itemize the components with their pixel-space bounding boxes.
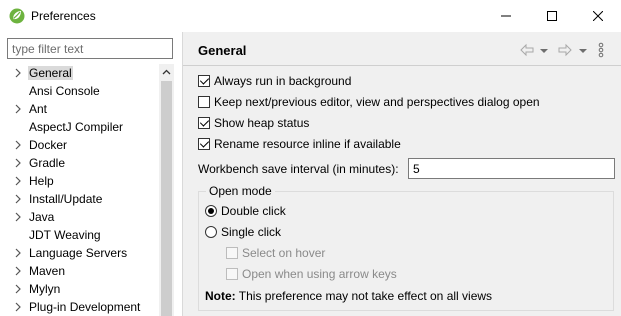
radio-button-selected[interactable] [205,205,217,217]
preferences-navigation: General Ansi Console Ant AspectJ Compile… [0,32,181,316]
option-label: Show heap status [214,116,310,130]
eclipse-spring-leaf-icon [9,8,25,24]
tree-item-label: Plug-in Development [29,300,141,314]
checkbox-disabled [226,268,238,280]
more-options-icon[interactable] [597,42,605,58]
minimize-button[interactable] [483,0,529,32]
option-label: Always run in background [214,74,352,88]
page-title: General [198,43,247,58]
tree-item-label: Ansi Console [29,84,100,98]
tree-item-label: Install/Update [29,192,103,206]
open-mode-group-title: Open mode [206,184,275,198]
checkbox-checked[interactable] [198,75,210,87]
radio-label: Single click [221,225,282,239]
chevron-up-icon [162,69,171,74]
tree-item-ant[interactable]: Ant [0,100,159,118]
tree-item-jdt-weaving[interactable]: JDT Weaving [0,226,159,244]
chevron-right-icon[interactable] [13,302,23,312]
option-label: Rename resource inline if available [214,137,401,151]
chevron-right-icon[interactable] [13,284,23,294]
tree-item-maven[interactable]: Maven [0,262,159,280]
tree-item-plugin-development[interactable]: Plug-in Development [0,298,159,316]
title-bar: Preferences [0,0,621,32]
tree-item-ansi-console[interactable]: Ansi Console [0,82,159,100]
preference-tree: General Ansi Console Ant AspectJ Compile… [0,64,159,316]
chevron-right-icon[interactable] [13,176,23,186]
tree-item-language-servers[interactable]: Language Servers [0,244,159,262]
tree-item-gradle[interactable]: Gradle [0,154,159,172]
checkbox-unchecked[interactable] [198,96,210,108]
option-label: Keep next/previous editor, view and pers… [214,95,540,109]
tree-item-label: Java [29,210,55,224]
chevron-right-icon[interactable] [13,212,23,222]
tree-item-label: Docker [29,138,68,152]
close-button[interactable] [575,0,621,32]
preference-page: General Always run in background Keep ne… [183,32,621,316]
header-separator [183,65,621,66]
tree-item-label: General [28,66,73,80]
back-dropdown-icon[interactable] [539,42,549,58]
tree-item-java[interactable]: Java [0,208,159,226]
tree-item-label: Maven [29,264,66,278]
tree-item-label: Ant [29,102,48,116]
radio-button-unselected[interactable] [205,226,217,238]
chevron-right-icon[interactable] [13,194,23,204]
minimize-icon [501,15,511,17]
tree-item-general[interactable]: General [0,64,159,82]
tree-item-mylyn[interactable]: Mylyn [0,280,159,298]
maximize-button[interactable] [529,0,575,32]
checkbox-checked[interactable] [198,117,210,129]
tree-scrollbar[interactable] [159,64,174,316]
close-icon [593,11,603,21]
forward-dropdown-icon[interactable] [578,42,588,58]
chevron-right-icon[interactable] [13,68,23,78]
workbench-save-interval-input[interactable] [408,158,615,179]
option-label: Select on hover [242,246,326,260]
chevron-right-icon[interactable] [13,158,23,168]
tree-item-help[interactable]: Help [0,172,159,190]
scroll-up-button[interactable] [159,64,174,79]
chevron-right-icon[interactable] [13,248,23,258]
note-text: This preference may not take effect on a… [238,289,493,303]
tree-item-label: Help [29,174,54,188]
radio-label: Double click [221,204,286,218]
tree-item-install-update[interactable]: Install/Update [0,190,159,208]
option-label: Open when using arrow keys [242,267,397,281]
chevron-right-icon[interactable] [13,140,23,150]
forward-arrow-icon[interactable] [557,42,573,58]
scroll-thumb[interactable] [161,81,172,316]
tree-item-aspectj-compiler[interactable]: AspectJ Compiler [0,118,159,136]
workbench-save-interval-label: Workbench save interval (in minutes): [198,162,399,176]
window-title: Preferences [31,9,96,23]
tree-item-docker[interactable]: Docker [0,136,159,154]
preference-note: Note: This preference may not take effec… [205,289,492,303]
maximize-icon [547,11,557,21]
filter-input[interactable] [7,38,173,59]
chevron-right-icon[interactable] [13,266,23,276]
back-arrow-icon[interactable] [519,42,535,58]
tree-item-label: JDT Weaving [29,228,101,242]
tree-item-label: Language Servers [29,246,128,260]
tree-item-label: Mylyn [29,282,61,296]
checkbox-checked[interactable] [198,138,210,150]
tree-item-label: Gradle [29,156,66,170]
checkbox-disabled [226,247,238,259]
tree-item-label: AspectJ Compiler [29,120,124,134]
note-label: Note: [205,289,236,303]
chevron-right-icon[interactable] [13,104,23,114]
